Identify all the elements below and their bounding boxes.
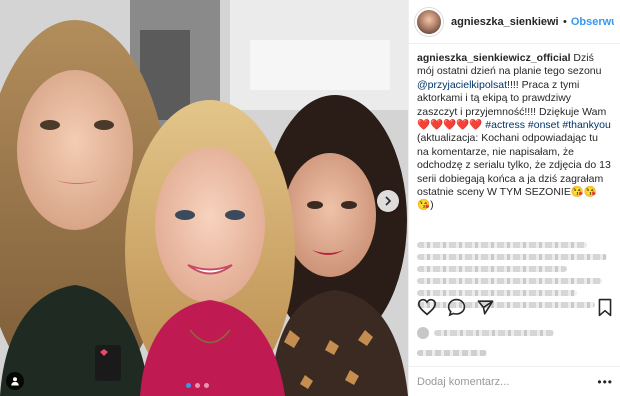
- heart-outline-icon[interactable]: [417, 298, 437, 316]
- blurred-comment: [417, 278, 602, 284]
- header-separator: •: [562, 15, 567, 28]
- user-tag-button[interactable]: [6, 372, 24, 390]
- hashtag-actress[interactable]: #actress: [485, 119, 525, 131]
- share-icon[interactable]: [476, 298, 495, 317]
- user-tag-icon: [11, 377, 19, 386]
- carousel-dot-active: [186, 383, 191, 388]
- post-photo[interactable]: [0, 0, 408, 396]
- post-time-blurred: [417, 350, 487, 356]
- avatar[interactable]: [415, 7, 443, 36]
- likes-summary-blurred: [417, 326, 567, 340]
- post-actions: [417, 295, 613, 319]
- more-options-button[interactable]: •••: [597, 375, 613, 389]
- liker-avatar: [417, 327, 429, 339]
- comment-input[interactable]: [417, 375, 587, 388]
- post-username[interactable]: agnieszka_sienkiewicz_: [451, 16, 559, 28]
- carousel-next-button[interactable]: [377, 190, 399, 212]
- post-header: agnieszka_sienkiewicz_ • Obserwuj: [409, 0, 620, 44]
- comment-bubble-icon[interactable]: [447, 298, 466, 317]
- follow-button[interactable]: Obserwuj: [571, 16, 614, 28]
- blurred-likes: [434, 330, 554, 336]
- photo-illustration: [0, 0, 408, 396]
- carousel-dot: [195, 383, 200, 388]
- bookmark-icon[interactable]: [597, 298, 613, 317]
- chevron-right-icon: [385, 196, 392, 206]
- comment-form: •••: [409, 366, 620, 396]
- caption-mention[interactable]: @przyjacielkipolsat: [417, 79, 507, 91]
- blurred-comment: [417, 254, 607, 260]
- caption-hearts: ❤️❤️❤️❤️❤️: [417, 119, 483, 132]
- carousel-dots: [186, 383, 209, 388]
- caption-author[interactable]: agnieszka_sienkiewicz_official: [417, 52, 571, 64]
- hashtag-onset[interactable]: #onset: [528, 119, 560, 131]
- blurred-comment: [417, 242, 587, 248]
- carousel-dot: [204, 383, 209, 388]
- blurred-comment: [417, 266, 567, 272]
- post-caption: agnieszka_sienkiewicz_official Dziś mój …: [409, 44, 620, 232]
- post-side-panel: agnieszka_sienkiewicz_ • Obserwuj agnies…: [408, 0, 620, 396]
- hashtag-thankyou[interactable]: #thankyou: [562, 119, 610, 131]
